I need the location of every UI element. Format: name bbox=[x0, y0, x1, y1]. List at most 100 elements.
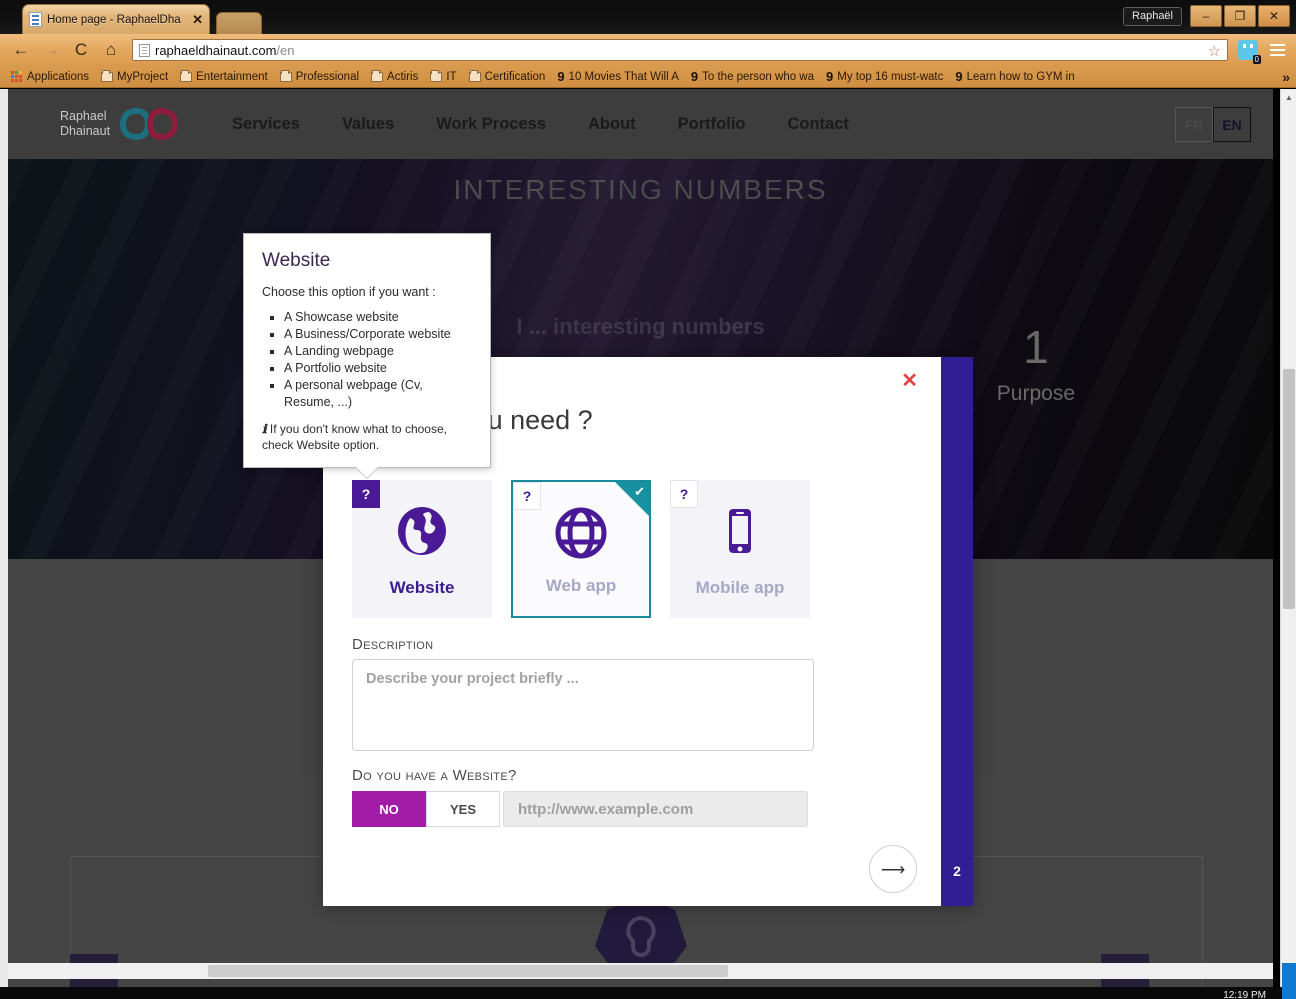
folder-icon bbox=[101, 69, 114, 82]
folder-icon bbox=[371, 69, 384, 82]
smartphone-icon bbox=[670, 504, 810, 558]
webapp-help-icon[interactable]: ? bbox=[513, 482, 541, 510]
toggle-yes-button[interactable]: YES bbox=[426, 791, 500, 827]
home-icon[interactable]: ⌂ bbox=[98, 37, 124, 63]
bookmark-label: Entertainment bbox=[196, 70, 268, 83]
bookmarks-overflow-icon[interactable]: » bbox=[1282, 69, 1290, 85]
folder-icon bbox=[279, 69, 292, 82]
tooltip-list-item: A Showcase website bbox=[284, 309, 472, 326]
viewport-left-edge bbox=[0, 89, 8, 989]
website-help-icon[interactable]: ? bbox=[352, 480, 380, 508]
bookmark-professional[interactable]: Professional bbox=[275, 69, 364, 84]
nine-icon: 9 bbox=[690, 69, 699, 84]
lang-button-fr[interactable]: FR bbox=[1175, 107, 1213, 142]
lang-button-en[interactable]: EN bbox=[1213, 107, 1251, 142]
nav-item-portfolio[interactable]: Portfolio bbox=[678, 115, 746, 134]
tooltip-list-item: A personal webpage (Cv, Resume, ...) bbox=[284, 377, 472, 411]
mobileapp-help-icon[interactable]: ? bbox=[670, 480, 698, 508]
address-bar[interactable]: raphaeldhainaut.com/en ☆ bbox=[132, 39, 1228, 61]
os-taskbar: 12:19 PM bbox=[0, 987, 1296, 999]
website-help-tooltip: Website Choose this option if you want :… bbox=[243, 233, 491, 478]
horizontal-scrollbar[interactable] bbox=[8, 963, 1273, 979]
bookmark-label: To the person who wa bbox=[702, 70, 815, 83]
nav-item-services[interactable]: Services bbox=[232, 115, 300, 134]
modal-step-sidebar: 2 bbox=[941, 357, 973, 906]
maximize-button[interactable]: ❐ bbox=[1224, 5, 1256, 27]
option-card-label: Website bbox=[389, 578, 455, 597]
toggle-no-button[interactable]: NO bbox=[352, 791, 426, 827]
bookmark-gym[interactable]: 9 Learn how to GYM in bbox=[950, 68, 1079, 85]
next-step-button[interactable]: ⟶ bbox=[869, 845, 917, 893]
logo-line-1: Raphael bbox=[60, 109, 107, 123]
bookmark-applications[interactable]: Applications bbox=[6, 70, 94, 84]
website-question-label: Do you have a Website? bbox=[352, 767, 517, 784]
reload-icon[interactable]: C bbox=[68, 37, 94, 63]
screen: Home page - RaphaelDha ✕ Raphaël – ❐ ✕ ←… bbox=[0, 0, 1296, 999]
bookmark-movies[interactable]: 9 10 Movies That Will A bbox=[552, 68, 684, 85]
extension-icon[interactable]: 0 bbox=[1238, 40, 1261, 64]
hero-title: INTERESTING NUMBERS bbox=[453, 174, 828, 205]
modal-close-icon[interactable]: ✕ bbox=[901, 371, 918, 391]
website-url-input[interactable] bbox=[503, 791, 808, 827]
minimize-button[interactable]: – bbox=[1190, 5, 1222, 27]
forward-icon[interactable]: → bbox=[38, 37, 64, 63]
bookmark-entertainment[interactable]: Entertainment bbox=[175, 69, 273, 84]
scroll-up-icon[interactable]: ▲ bbox=[1281, 89, 1296, 106]
logo-line-2: Dhainaut bbox=[60, 124, 111, 138]
close-window-button[interactable]: ✕ bbox=[1258, 5, 1290, 27]
browser-titlebar: Home page - RaphaelDha ✕ Raphaël – ❐ ✕ bbox=[0, 0, 1296, 34]
tooltip-list-item: A Business/Corporate website bbox=[284, 326, 472, 343]
vertical-scroll-thumb[interactable] bbox=[1283, 369, 1295, 609]
bookmark-actiris[interactable]: Actiris bbox=[366, 69, 423, 84]
bookmark-certification[interactable]: Certification bbox=[464, 69, 551, 84]
back-icon[interactable]: ← bbox=[8, 37, 34, 63]
taskbar-clock: 12:19 PM bbox=[1223, 990, 1266, 999]
page-viewport: Raphael Dhainaut Services Values Work Pr… bbox=[8, 89, 1273, 989]
globe-americas-icon bbox=[352, 504, 492, 558]
nav-item-contact[interactable]: Contact bbox=[787, 115, 848, 134]
hero-subtitle-line-1: I ... interesting numbers bbox=[516, 314, 765, 339]
nav-item-work-process[interactable]: Work Process bbox=[436, 115, 546, 134]
language-switcher: FR EN bbox=[1175, 107, 1251, 142]
nav-item-values[interactable]: Values bbox=[342, 115, 394, 134]
info-icon: ℹ bbox=[262, 422, 267, 436]
bookmark-person[interactable]: 9 To the person who wa bbox=[686, 68, 819, 85]
infinity-logo-icon bbox=[120, 107, 179, 141]
bookmark-label: Actiris bbox=[387, 70, 419, 83]
logo-text: Raphael Dhainaut bbox=[60, 109, 110, 139]
tab-favicon bbox=[29, 12, 42, 27]
bookmark-mytop16[interactable]: 9 My top 16 must-watc bbox=[821, 68, 948, 85]
tooltip-list-item: A Portfolio website bbox=[284, 360, 472, 377]
url-host: raphaeldhainaut.com bbox=[155, 42, 277, 58]
tooltip-list: A Showcase website A Business/Corporate … bbox=[284, 309, 472, 411]
tab-close-icon[interactable]: ✕ bbox=[192, 12, 203, 28]
address-bar-text: raphaeldhainaut.com/en bbox=[155, 43, 295, 58]
browser-menu-icon[interactable] bbox=[1266, 39, 1288, 61]
option-card-mobile-app[interactable]: ? Mobile app bbox=[670, 480, 810, 618]
extension-badge: 0 bbox=[1252, 55, 1261, 64]
bookmark-it[interactable]: IT bbox=[425, 69, 461, 84]
option-card-website[interactable]: ? Website bbox=[352, 480, 492, 618]
bookmark-label: 10 Movies That Will A bbox=[568, 70, 679, 83]
modal-step-number: 2 bbox=[953, 863, 961, 879]
horizontal-scroll-thumb[interactable] bbox=[208, 965, 728, 977]
vertical-scrollbar[interactable]: ▲ ▼ bbox=[1280, 89, 1296, 989]
nine-icon: 9 bbox=[955, 69, 963, 84]
tooltip-list-item: A Landing webpage bbox=[284, 343, 472, 360]
description-input[interactable] bbox=[352, 659, 814, 751]
main-navigation: Services Values Work Process About Portf… bbox=[232, 115, 849, 134]
option-card-web-app[interactable]: ? ✔ Web app bbox=[511, 480, 651, 618]
bookmarks-bar: Applications MyProject Entertainment Pro… bbox=[0, 66, 1296, 88]
url-path: /en bbox=[276, 42, 295, 58]
page-favicon bbox=[139, 43, 150, 57]
new-tab-button[interactable] bbox=[216, 12, 262, 34]
site-logo[interactable]: Raphael Dhainaut bbox=[60, 107, 179, 141]
tooltip-arrow bbox=[356, 467, 378, 478]
bookmark-star-icon[interactable]: ☆ bbox=[1208, 42, 1221, 60]
browser-tab[interactable]: Home page - RaphaelDha ✕ bbox=[22, 4, 210, 34]
user-profile-button[interactable]: Raphaël bbox=[1123, 7, 1182, 26]
window-buttons: – ❐ ✕ bbox=[1190, 5, 1290, 27]
bookmark-myproject[interactable]: MyProject bbox=[96, 69, 173, 84]
nav-item-about[interactable]: About bbox=[588, 115, 636, 134]
tooltip-note-text: If you don't know what to choose, check … bbox=[262, 422, 447, 452]
